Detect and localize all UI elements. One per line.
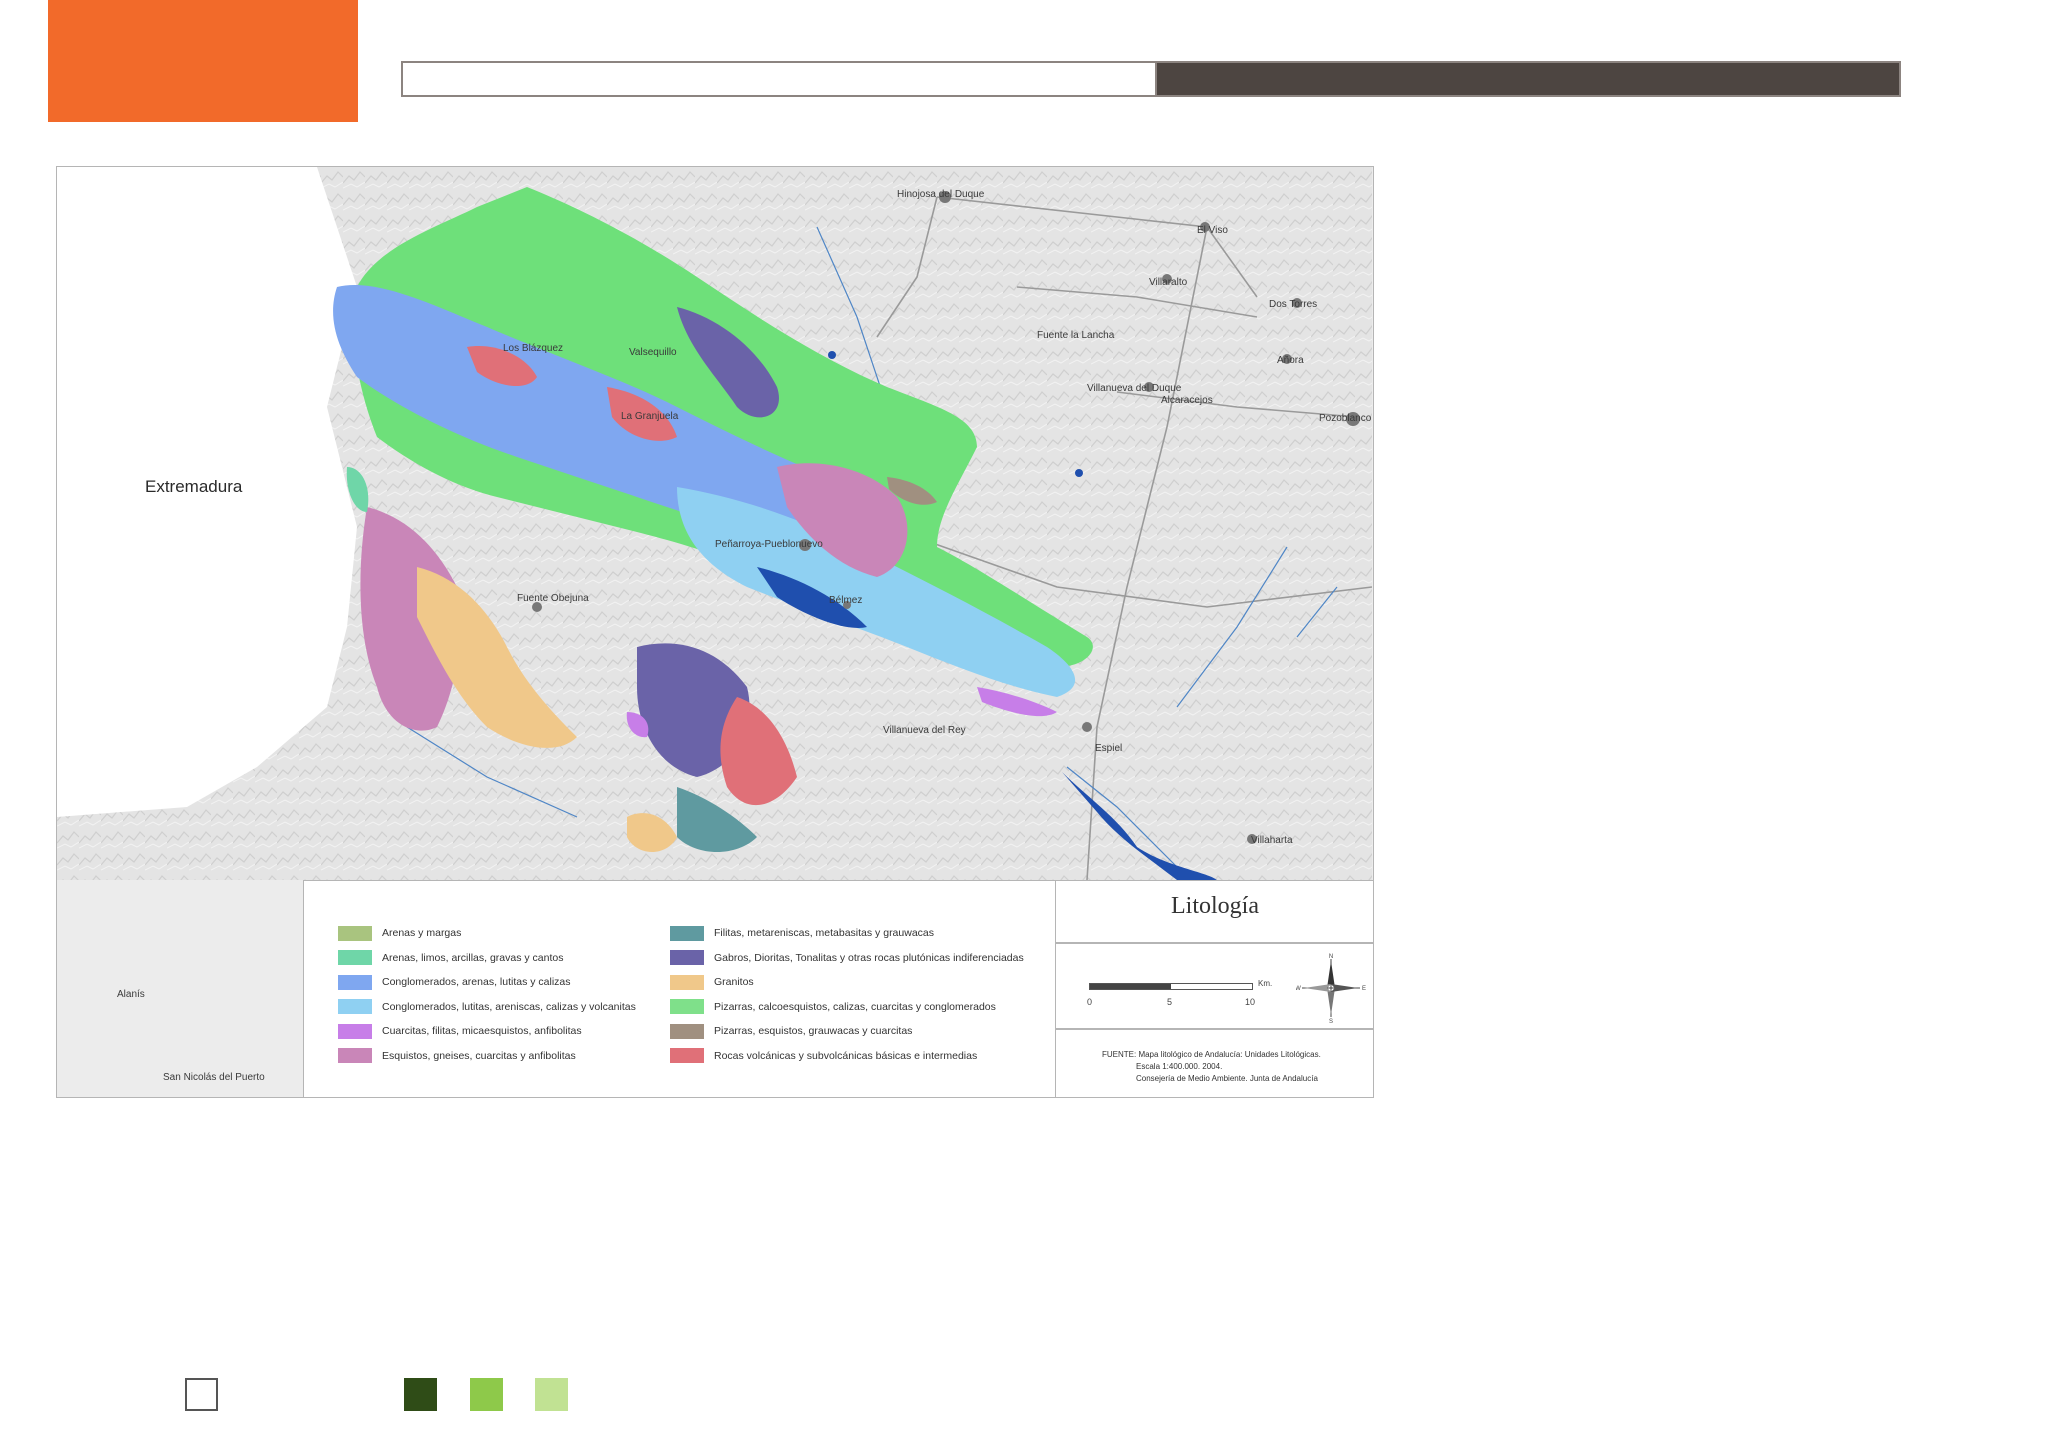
lithology-map: Extremadura Hinojosa del Duque El Viso V… <box>56 166 1374 1098</box>
legend-item: Gabros, Dioritas, Tonalitas y otras roca… <box>670 946 1024 971</box>
legend-label: Esquistos, gneises, cuarcitas y anfiboli… <box>382 1049 576 1062</box>
map-canvas <box>57 167 1372 880</box>
lake <box>828 351 836 359</box>
scale-tick: 10 <box>1245 997 1256 1007</box>
footer-outline-square <box>185 1378 218 1411</box>
legend-swatch <box>338 950 372 966</box>
source-line: Escala 1:400.000. 2004. <box>1136 1062 1223 1071</box>
legend-label: Granitos <box>714 976 754 989</box>
legend-swatch <box>338 1048 372 1064</box>
legend-swatch <box>338 974 372 990</box>
source-line: Consejería de Medio Ambiente. Junta de A… <box>1136 1074 1318 1083</box>
scale-bar <box>1089 983 1253 990</box>
legend-swatch <box>670 1048 704 1064</box>
town-label: La Granjuela <box>621 411 679 422</box>
town-label: El Viso <box>1197 225 1228 236</box>
scale-tick: 5 <box>1167 997 1173 1007</box>
town-label: Villanueva del Rey <box>883 725 966 736</box>
legend-label: Cuarcitas, filitas, micaesquistos, anfib… <box>382 1025 582 1038</box>
town-label: San Nicolás del Puerto <box>163 1072 265 1083</box>
town-label: Villaralto <box>1149 277 1188 288</box>
compass-rose-icon: N S E W <box>1296 954 1366 1023</box>
legend-swatch <box>338 925 372 941</box>
legend-swatch <box>338 1023 372 1039</box>
town-label: Alcaracejos <box>1161 395 1213 406</box>
legend-label: Rocas volcánicas y subvolcánicas básicas… <box>714 1049 978 1062</box>
legend-label: Pizarras, esquistos, grauwacas y cuarcit… <box>714 1025 913 1038</box>
legend-swatch <box>670 950 704 966</box>
legend-swatch <box>670 974 704 990</box>
legend-label: Gabros, Dioritas, Tonalitas y otras roca… <box>714 951 1024 964</box>
compass-south-label: S <box>1329 1019 1333 1023</box>
town-label: Dos Torres <box>1269 299 1318 310</box>
source-line: FUENTE: Mapa litológico de Andalucía: Un… <box>1102 1050 1321 1059</box>
town-label: Fuente Obejuna <box>517 593 589 604</box>
town-label: Valsequillo <box>629 347 677 358</box>
lake <box>1075 469 1083 477</box>
legend-swatch <box>338 999 372 1015</box>
source-note: FUENTE: Mapa litológico de Andalucía: Un… <box>1102 1049 1321 1085</box>
scale-tick: 0 <box>1087 997 1093 1007</box>
town-label: Peñarroya-Pueblonuevo <box>715 539 823 550</box>
legend-label: Arenas y margas <box>382 927 462 940</box>
legend-column-left: Arenas y margas Arenas, limos, arcillas,… <box>338 921 636 1068</box>
legend-label: Conglomerados, lutitas, areniscas, caliz… <box>382 1000 636 1013</box>
scale-bar-light-segment <box>1171 984 1252 989</box>
legend-column-right: Filitas, metareniscas, metabasitas y gra… <box>670 921 1024 1068</box>
header-bar-light-segment <box>403 63 1157 95</box>
legend-label: Arenas, limos, arcillas, gravas y cantos <box>382 951 564 964</box>
divider <box>1056 942 1373 944</box>
compass-north-label: N <box>1329 954 1333 960</box>
legend-item: Granitos <box>670 970 1024 995</box>
legend-item: Cuarcitas, filitas, micaesquistos, anfib… <box>338 1019 636 1044</box>
legend-swatch <box>670 999 704 1015</box>
orange-accent-block <box>48 0 358 122</box>
legend-item: Filitas, metareniscas, metabasitas y gra… <box>670 921 1024 946</box>
map-title: Litología <box>1171 893 1259 919</box>
town-label: Añora <box>1277 355 1304 366</box>
legend-label: Conglomerados, arenas, lutitas y calizas <box>382 976 571 989</box>
legend-item: Arenas y margas <box>338 921 636 946</box>
legend-label: Filitas, metareniscas, metabasitas y gra… <box>714 927 935 940</box>
legend-label: Pizarras, calcoesquistos, calizas, cuarc… <box>714 1000 996 1013</box>
lithology-legend: Arenas y margas Arenas, limos, arcillas,… <box>304 881 1056 1097</box>
header-bar <box>401 61 1901 97</box>
town-label: Bélmez <box>829 595 863 606</box>
legend-item: Arenas, limos, arcillas, gravas y cantos <box>338 946 636 971</box>
legend-swatch <box>670 1023 704 1039</box>
town-label: Espiel <box>1095 743 1123 754</box>
legend-item: Conglomerados, lutitas, areniscas, caliz… <box>338 995 636 1020</box>
town-label: Alanís <box>117 989 145 1000</box>
legend-item: Pizarras, calcoesquistos, calizas, cuarc… <box>670 995 1024 1020</box>
legend-item: Pizarras, esquistos, grauwacas y cuarcit… <box>670 1019 1024 1044</box>
footer-color-swatch <box>535 1378 568 1411</box>
compass-west-label: W <box>1296 986 1301 992</box>
map-info-panel: Litología 0 5 10 Km. N S E W <box>1056 881 1373 1097</box>
town-label: Villanueva del Duque <box>1087 383 1182 394</box>
legend-item: Esquistos, gneises, cuarcitas y anfiboli… <box>338 1044 636 1069</box>
footer-color-swatch <box>404 1378 437 1411</box>
footer-color-swatch <box>470 1378 503 1411</box>
legend-item: Rocas volcánicas y subvolcánicas básicas… <box>670 1044 1024 1069</box>
scale-bar-dark-segment <box>1090 984 1171 989</box>
legend-panel: Arenas y margas Arenas, limos, arcillas,… <box>303 880 1373 1097</box>
town-label: Villaharta <box>1251 835 1293 846</box>
region-label: Extremadura <box>145 477 243 496</box>
compass-east-label: E <box>1362 986 1366 992</box>
town-label: Hinojosa del Duque <box>897 189 985 200</box>
header-bar-dark-segment <box>1157 63 1899 95</box>
divider <box>1056 1028 1373 1030</box>
town-label: Los Blázquez <box>503 343 564 354</box>
legend-item: Conglomerados, arenas, lutitas y calizas <box>338 970 636 995</box>
scale-unit: Km. <box>1258 979 1273 988</box>
town-label: Fuente la Lancha <box>1037 330 1115 341</box>
legend-swatch <box>670 925 704 941</box>
town-label: Pozoblanco <box>1319 413 1372 424</box>
